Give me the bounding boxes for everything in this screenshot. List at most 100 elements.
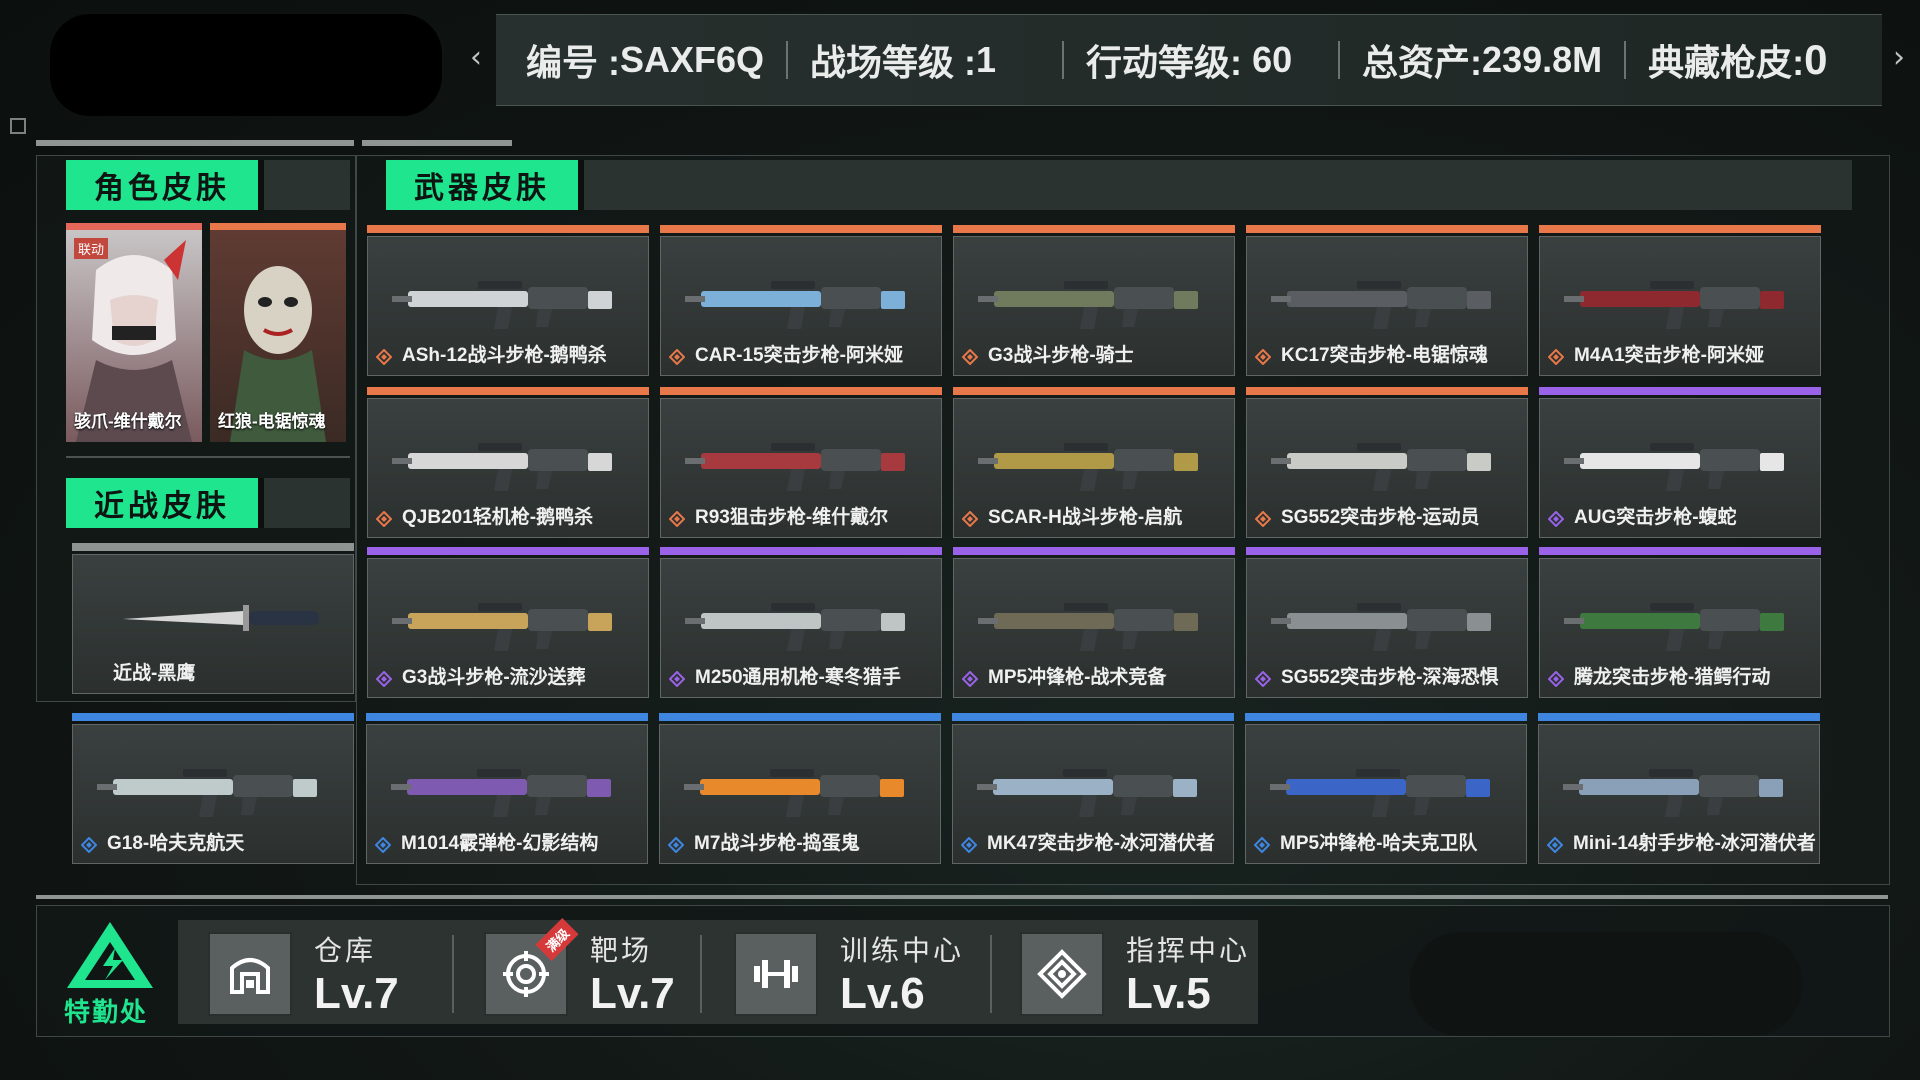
rarity-bar xyxy=(1539,225,1821,233)
weapon-skin-card[interactable]: R93狙击步枪-维什戴尔 xyxy=(660,387,942,538)
rarity-diamond-icon xyxy=(1548,349,1564,365)
weapon-skin-card[interactable]: AUG突击步枪-蝮蛇 xyxy=(1539,387,1821,538)
character-skins-title: 角色皮肤 xyxy=(66,160,258,210)
weapon-skin-name: QJB201轻机枪-鹅鸭杀 xyxy=(402,507,594,528)
facility-level: Lv.7 xyxy=(590,969,675,1018)
rarity-bar xyxy=(1246,387,1528,395)
character-card[interactable]: 联动 骇爪-维什戴尔 xyxy=(66,223,202,442)
rarity-diamond-icon xyxy=(376,511,392,527)
rarity-bar xyxy=(660,225,942,233)
stat-battlefield-level: 战场等级 :1 xyxy=(810,39,997,83)
weapon-image xyxy=(685,281,905,329)
weapon-skin-card[interactable]: QJB201轻机枪-鹅鸭杀 xyxy=(367,387,649,538)
weapon-skin-card[interactable]: KC17突击步枪-电锯惊魂 xyxy=(1246,225,1528,376)
divider xyxy=(1062,41,1065,79)
weapon-skins-header: 武器皮肤 xyxy=(386,160,1852,210)
weapon-skin-card[interactable]: SG552突击步枪-深海恐惧 xyxy=(1246,547,1528,698)
rarity-diamond-icon xyxy=(668,837,684,853)
facility-level: Lv.5 xyxy=(1126,969,1211,1018)
rarity-bar xyxy=(1246,547,1528,555)
rarity-diamond-icon xyxy=(375,837,391,853)
weapon-skin-name: SG552突击步枪-深海恐惧 xyxy=(1281,667,1499,688)
weapon-skin-card[interactable]: Mini-14射手步枪-冰河潜伏者 xyxy=(1538,713,1820,864)
weapon-image xyxy=(392,443,612,491)
facility-training-center[interactable]: 训练中心 Lv.6 xyxy=(734,922,964,1026)
rarity-diamond-icon xyxy=(962,349,978,365)
rarity-bar xyxy=(953,225,1235,233)
weapon-skin-card[interactable]: ASh-12战斗步枪-鹅鸭杀 xyxy=(367,225,649,376)
facility-level: Lv.7 xyxy=(314,969,399,1018)
character-name: 骇爪-维什戴尔 xyxy=(74,412,182,431)
header-next-arrow-icon[interactable]: › xyxy=(1893,40,1905,75)
dumbbell-icon xyxy=(734,932,818,1016)
weapon-skins-title: 武器皮肤 xyxy=(386,160,578,210)
weapon-skin-name: M250通用机枪-寒冬猎手 xyxy=(695,667,901,688)
rarity-diamond-icon xyxy=(1255,349,1271,365)
redacted-player-name xyxy=(50,14,442,116)
facility-shooting-range[interactable]: 满级 靶场 Lv.7 xyxy=(484,917,675,1026)
target-icon: 满级 xyxy=(484,917,579,1016)
divider xyxy=(786,41,789,79)
weapon-image xyxy=(97,769,317,817)
weapon-skin-card[interactable]: G3战斗步枪-骑士 xyxy=(953,225,1235,376)
facility-level: Lv.6 xyxy=(840,969,925,1018)
rarity-bar xyxy=(1246,225,1528,233)
rarity-bar xyxy=(367,547,649,555)
special-ops-logo[interactable]: 特勤处 xyxy=(60,920,160,1030)
weapon-skin-card[interactable]: MP5冲锋枪-哈夫克卫队 xyxy=(1245,713,1527,864)
rarity-diamond-icon xyxy=(1548,511,1564,527)
weapon-skin-card[interactable]: M4A1突击步枪-阿米娅 xyxy=(1539,225,1821,376)
character-card[interactable]: 红狼-电锯惊魂 xyxy=(210,223,346,442)
melee-skin-name: 近战-黑鹰 xyxy=(113,663,196,684)
weapon-skin-name: 腾龙突击步枪-猎鳄行动 xyxy=(1574,667,1771,688)
rarity-diamond-icon xyxy=(962,671,978,687)
divider xyxy=(66,456,350,458)
weapon-skin-card[interactable]: SG552突击步枪-运动员 xyxy=(1246,387,1528,538)
rarity-bar xyxy=(953,387,1235,395)
header-prev-arrow-icon[interactable]: ‹ xyxy=(470,40,482,75)
weapon-image xyxy=(1271,443,1491,491)
stat-id: 编号 : SAXF6Q xyxy=(526,39,765,83)
weapon-image xyxy=(978,281,1198,329)
rarity-bar xyxy=(1539,387,1821,395)
rarity-bar xyxy=(1245,713,1527,721)
melee-skin-card[interactable]: 近战-黑鹰 xyxy=(72,543,354,694)
weapon-skin-card[interactable]: M1014霰弹枪-幻影结构 xyxy=(366,713,648,864)
weapon-skin-card[interactable]: 腾龙突击步枪-猎鳄行动 xyxy=(1539,547,1821,698)
weapon-image xyxy=(392,603,612,651)
footer-top-line xyxy=(36,895,1888,899)
rarity-bar xyxy=(952,713,1234,721)
corner-square-icon xyxy=(10,118,26,134)
weapon-skin-name: R93狙击步枪-维什戴尔 xyxy=(695,507,889,528)
rarity-diamond-icon xyxy=(669,511,685,527)
weapon-skin-card[interactable]: G18-哈夫克航天 xyxy=(72,713,354,864)
rarity-diamond-icon xyxy=(1255,511,1271,527)
weapon-image xyxy=(1563,769,1783,817)
stat-collection-skins: 典藏枪皮: 0 xyxy=(1648,36,1828,83)
rarity-bar xyxy=(367,387,649,395)
weapon-skin-card[interactable]: MP5冲锋枪-战术竞备 xyxy=(953,547,1235,698)
character-name: 红狼-电锯惊魂 xyxy=(218,412,326,431)
weapon-image xyxy=(685,603,905,651)
weapon-skin-card[interactable]: M250通用机枪-寒冬猎手 xyxy=(660,547,942,698)
weapon-skin-card[interactable]: MK47突击步枪-冰河潜伏者 xyxy=(952,713,1234,864)
warehouse-icon xyxy=(208,932,292,1016)
rarity-diamond-icon xyxy=(1254,837,1270,853)
weapon-skin-card[interactable]: M7战斗步枪-捣蛋鬼 xyxy=(659,713,941,864)
weapon-skin-name: KC17突击步枪-电锯惊魂 xyxy=(1281,345,1488,366)
facility-warehouse[interactable]: 仓库 Lv.7 xyxy=(208,922,399,1026)
rarity-diamond-icon xyxy=(81,837,97,853)
weapon-skin-card[interactable]: CAR-15突击步枪-阿米娅 xyxy=(660,225,942,376)
facility-command-center[interactable]: 指挥中心 Lv.5 xyxy=(1020,922,1250,1026)
rarity-bar xyxy=(660,387,942,395)
weapon-skin-card[interactable]: G3战斗步枪-流沙送葬 xyxy=(367,547,649,698)
rarity-bar xyxy=(1538,713,1820,721)
stat-ops-level: 行动等级: 60 xyxy=(1086,39,1293,83)
weapon-skin-name: CAR-15突击步枪-阿米娅 xyxy=(695,345,903,366)
weapon-skin-card[interactable]: SCAR-H战斗步枪-启航 xyxy=(953,387,1235,538)
rarity-diamond-icon xyxy=(1255,671,1271,687)
stat-total-assets: 总资产: 239.8M xyxy=(1362,39,1603,83)
divider xyxy=(1338,41,1341,79)
rarity-bar xyxy=(72,543,354,551)
rarity-bar xyxy=(367,225,649,233)
